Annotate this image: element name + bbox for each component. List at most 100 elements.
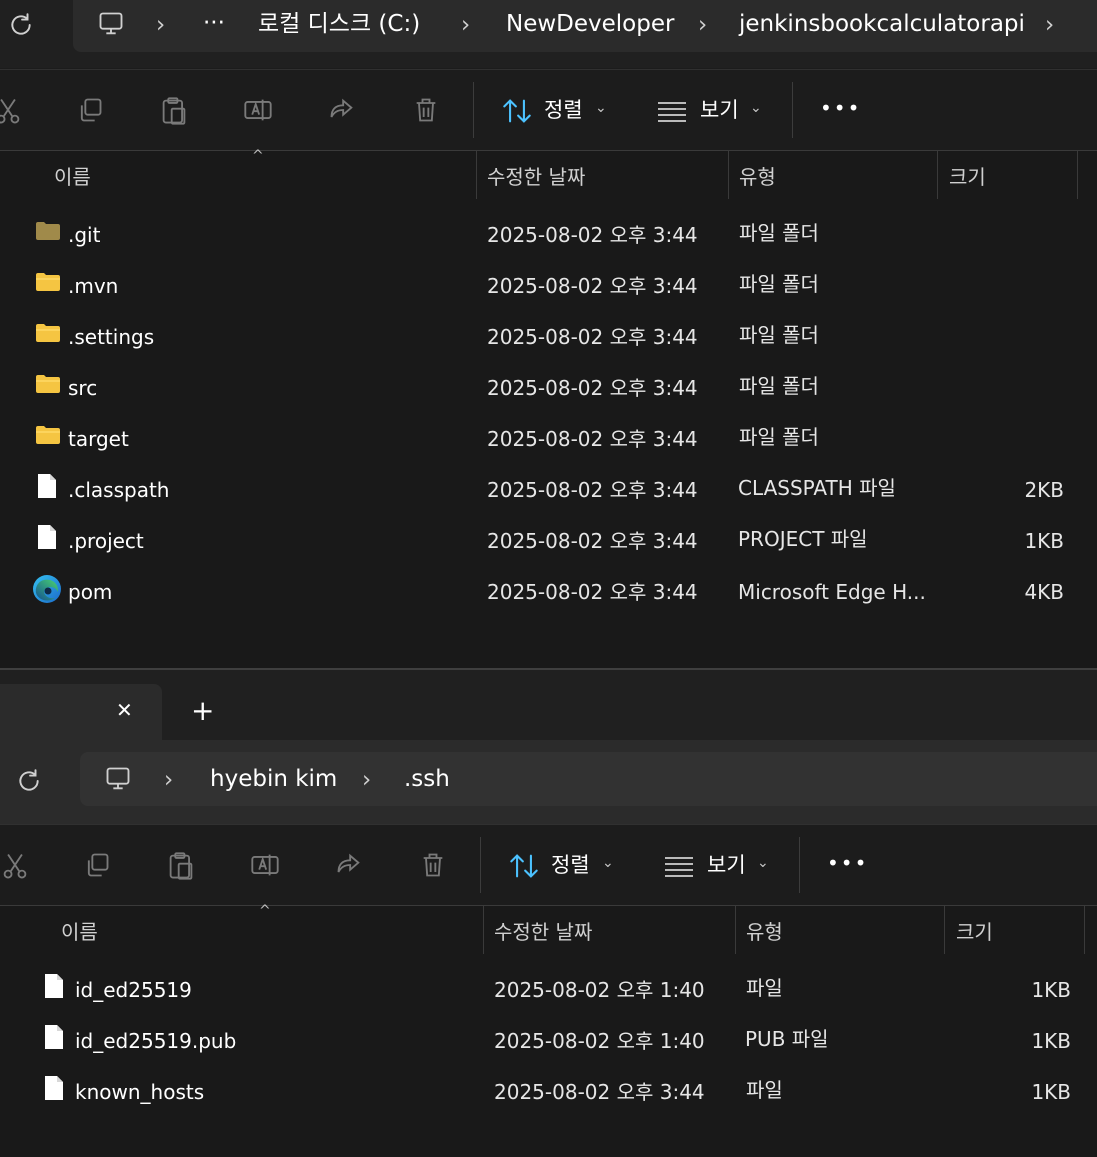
rename-icon[interactable] xyxy=(243,96,273,124)
file-row[interactable]: known_hosts 2025-08-02 오후 3:44 파일 1KB xyxy=(0,1065,1097,1116)
file-row[interactable]: id_ed25519 2025-08-02 오후 1:40 파일 1KB xyxy=(0,963,1097,1014)
column-divider[interactable] xyxy=(944,906,945,954)
chevron-down-icon: ⌄ xyxy=(595,100,607,116)
file-name: .git xyxy=(68,223,101,247)
column-header-size[interactable]: 크기 xyxy=(949,167,986,187)
column-divider[interactable] xyxy=(1077,151,1078,199)
file-type: 파일 폴더 xyxy=(739,374,819,398)
tab-ssh[interactable] xyxy=(0,684,162,744)
new-tab-button[interactable]: + xyxy=(191,697,214,725)
file-row[interactable]: .settings 2025-08-02 오후 3:44 파일 폴더 xyxy=(0,310,1097,361)
file-type: 파일 폴더 xyxy=(739,425,819,449)
file-type: 파일 xyxy=(746,1078,783,1102)
file-name: .classpath xyxy=(68,478,170,502)
cut-icon[interactable] xyxy=(1,851,29,881)
sort-button[interactable]: 정렬 xyxy=(544,100,583,121)
cut-icon[interactable] xyxy=(0,96,22,126)
tab-strip xyxy=(0,670,1097,740)
toolbar-divider xyxy=(473,82,474,138)
file-row[interactable]: pom 2025-08-02 오후 3:44 Microsoft Edge H.… xyxy=(0,565,1097,616)
this-pc-icon[interactable] xyxy=(97,10,125,38)
file-name: target xyxy=(68,427,129,451)
file-date: 2025-08-02 오후 3:44 xyxy=(494,1080,705,1104)
copy-icon[interactable] xyxy=(76,96,104,124)
column-header-type[interactable]: 유형 xyxy=(739,167,776,187)
file-icon xyxy=(44,1075,64,1101)
share-icon[interactable] xyxy=(328,96,356,124)
folder-icon xyxy=(35,272,61,292)
breadcrumb-item[interactable]: 로컬 디스크 (C:) xyxy=(258,13,420,36)
file-date: 2025-08-02 오후 3:44 xyxy=(487,580,698,604)
delete-icon[interactable] xyxy=(419,851,447,879)
file-name: id_ed25519 xyxy=(75,978,192,1002)
view-button[interactable]: 보기 xyxy=(700,100,739,121)
edge-icon xyxy=(32,574,62,604)
column-header-name[interactable]: 이름 xyxy=(61,922,98,942)
rename-icon[interactable] xyxy=(250,851,280,879)
file-type: 파일 xyxy=(746,976,783,1000)
file-name: known_hosts xyxy=(75,1080,205,1104)
sort-ascending-icon: ^ xyxy=(252,148,264,164)
breadcrumb-item[interactable]: jenkinsbookcalculatorapi xyxy=(739,13,1025,36)
file-size: 1KB xyxy=(1031,1080,1071,1104)
file-row[interactable]: src 2025-08-02 오후 3:44 파일 폴더 xyxy=(0,361,1097,412)
chevron-right-icon: › xyxy=(461,12,471,38)
tab-close-button[interactable]: ✕ xyxy=(116,700,133,720)
refresh-icon[interactable] xyxy=(16,768,42,794)
sort-ascending-icon: ^ xyxy=(259,903,271,919)
breadcrumb-item[interactable]: NewDeveloper xyxy=(506,13,674,36)
file-size: 1KB xyxy=(1031,1029,1071,1053)
column-divider[interactable] xyxy=(1084,906,1085,954)
sort-button[interactable]: 정렬 xyxy=(551,855,590,876)
column-header-date[interactable]: 수정한 날짜 xyxy=(494,922,592,942)
folder-icon xyxy=(35,221,61,241)
command-bar xyxy=(0,824,1097,905)
more-options-button[interactable]: ••• xyxy=(820,98,861,118)
folder-icon xyxy=(35,374,61,394)
column-header-name[interactable]: 이름 xyxy=(54,167,91,187)
file-date: 2025-08-02 오후 3:44 xyxy=(487,376,698,400)
file-icon xyxy=(44,973,64,999)
breadcrumb-item[interactable]: .ssh xyxy=(404,768,450,791)
file-date: 2025-08-02 오후 1:40 xyxy=(494,1029,705,1053)
sort-icon[interactable] xyxy=(502,97,532,125)
file-row[interactable]: .mvn 2025-08-02 오후 3:44 파일 폴더 xyxy=(0,259,1097,310)
breadcrumb-item[interactable]: hyebin kim xyxy=(210,768,337,791)
more-options-button[interactable]: ••• xyxy=(827,853,868,873)
folder-icon xyxy=(35,425,61,445)
file-size: 2KB xyxy=(1024,478,1064,502)
column-divider[interactable] xyxy=(735,906,736,954)
column-header-date[interactable]: 수정한 날짜 xyxy=(487,167,585,187)
file-name: .settings xyxy=(68,325,155,349)
file-row[interactable]: id_ed25519.pub 2025-08-02 오후 1:40 PUB 파일… xyxy=(0,1014,1097,1065)
share-icon[interactable] xyxy=(335,851,363,879)
paste-icon[interactable] xyxy=(160,96,188,126)
column-header-size[interactable]: 크기 xyxy=(956,922,993,942)
view-button[interactable]: 보기 xyxy=(707,855,746,876)
chevron-right-icon: › xyxy=(362,767,372,793)
file-date: 2025-08-02 오후 3:44 xyxy=(487,478,698,502)
column-divider[interactable] xyxy=(937,151,938,199)
view-list-icon[interactable] xyxy=(657,100,687,122)
file-row[interactable]: target 2025-08-02 오후 3:44 파일 폴더 xyxy=(0,412,1097,463)
more-path-button[interactable]: ··· xyxy=(203,12,225,35)
file-row[interactable]: .classpath 2025-08-02 오후 3:44 CLASSPATH … xyxy=(0,463,1097,514)
file-date: 2025-08-02 오후 3:44 xyxy=(487,529,698,553)
delete-icon[interactable] xyxy=(412,96,440,124)
column-header-type[interactable]: 유형 xyxy=(746,922,783,942)
refresh-icon[interactable] xyxy=(8,12,34,38)
paste-icon[interactable] xyxy=(167,851,195,881)
this-pc-icon[interactable] xyxy=(104,765,132,793)
file-row[interactable]: .project 2025-08-02 오후 3:44 PROJECT 파일 1… xyxy=(0,514,1097,565)
copy-icon[interactable] xyxy=(83,851,111,879)
toolbar-divider xyxy=(799,837,800,893)
view-list-icon[interactable] xyxy=(664,855,694,877)
sort-icon[interactable] xyxy=(509,852,539,880)
column-divider[interactable] xyxy=(476,151,477,199)
file-name: .mvn xyxy=(68,274,119,298)
file-row[interactable]: .git 2025-08-02 오후 3:44 파일 폴더 xyxy=(0,208,1097,259)
chevron-right-icon[interactable]: › xyxy=(1045,14,1054,37)
column-divider[interactable] xyxy=(728,151,729,199)
toolbar-divider xyxy=(792,82,793,138)
column-divider[interactable] xyxy=(483,906,484,954)
